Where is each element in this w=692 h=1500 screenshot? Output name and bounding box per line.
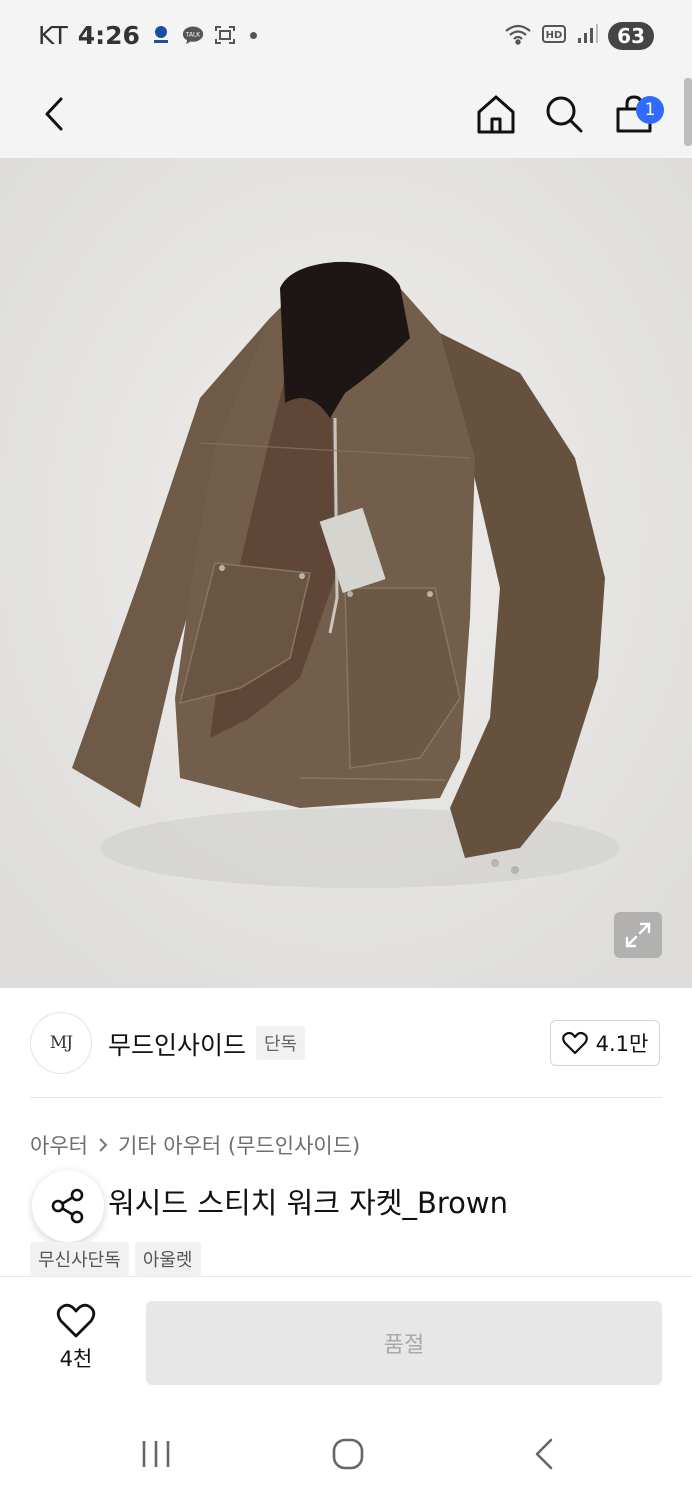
home-circle-icon	[332, 1438, 364, 1470]
home-button[interactable]	[466, 84, 526, 144]
top-nav: 1	[0, 70, 692, 158]
brand-logo[interactable]: MJ	[30, 1012, 92, 1074]
section-divider	[30, 1097, 662, 1098]
brand-like-button[interactable]: 4.1만	[550, 1020, 660, 1066]
status-left: KT 4:26 TALK	[38, 18, 257, 52]
brand-row: MJ 무드인사이드 단독 4.1만	[0, 988, 692, 1098]
cart-count-badge: 1	[636, 96, 664, 124]
talk-icon: TALK	[182, 24, 204, 46]
svg-text:HD: HD	[546, 30, 563, 41]
screenshot-icon	[214, 24, 236, 46]
product-title-text: 워시드 스티치 워크 자켓_Brown	[108, 1186, 508, 1220]
search-button[interactable]	[534, 84, 594, 144]
share-icon	[51, 1188, 84, 1224]
breadcrumb-subcategory[interactable]: 기타 아우터 (무드인사이드)	[118, 1130, 360, 1160]
recents-button[interactable]	[126, 1430, 186, 1478]
clock: 4:26	[77, 20, 140, 50]
brand-name[interactable]: 무드인사이드	[108, 1026, 246, 1062]
heart-icon	[56, 1303, 96, 1338]
svg-text:TALK: TALK	[185, 33, 200, 39]
share-button[interactable]	[32, 1170, 104, 1242]
brand-like-count: 4.1만	[595, 1032, 649, 1056]
breadcrumb: 아우터 기타 아우터 (무드인사이드)	[30, 1130, 360, 1160]
system-back-button[interactable]	[514, 1430, 574, 1478]
product-tags: 무신사단독 아울렛	[30, 1242, 201, 1276]
expand-icon	[625, 922, 651, 948]
wifi-icon	[504, 23, 532, 49]
tag-musinsa-exclusive: 무신사단독	[30, 1242, 129, 1276]
chevron-right-icon	[99, 1138, 108, 1152]
expand-image-button[interactable]	[614, 912, 662, 958]
status-right: HD 63	[504, 20, 654, 52]
notification-dot	[249, 31, 257, 39]
back-button[interactable]	[24, 84, 84, 144]
search-icon	[546, 96, 583, 133]
home-icon	[477, 95, 515, 134]
status-bar: KT 4:26 TALK HD 63	[0, 0, 692, 70]
exclusive-badge: 단독	[256, 1026, 306, 1060]
battery-indicator: 63	[608, 22, 654, 50]
signal-icon	[576, 23, 599, 49]
won-app-icon	[150, 24, 172, 46]
cart-button[interactable]: 1	[604, 84, 664, 144]
wishlist-count: 4천	[59, 1347, 93, 1371]
heart-icon	[561, 1031, 588, 1055]
back-icon	[45, 97, 63, 131]
carrier-label: KT	[38, 20, 68, 50]
tag-outlet: 아울렛	[134, 1242, 201, 1276]
sold-out-button[interactable]: 품절	[146, 1301, 662, 1385]
scrollbar-thumb[interactable]	[684, 78, 692, 146]
product-image[interactable]	[0, 158, 692, 988]
nav-back-icon	[535, 1438, 553, 1470]
breadcrumb-category[interactable]: 아우터	[30, 1130, 88, 1160]
system-nav	[0, 1406, 692, 1500]
recents-icon	[142, 1441, 170, 1467]
home-system-button[interactable]	[318, 1430, 378, 1478]
jacket-illustration	[0, 158, 692, 988]
hd-icon: HD	[542, 24, 567, 48]
wishlist-button[interactable]: 4천	[40, 1303, 112, 1373]
action-bar: 4천 품절	[0, 1276, 692, 1406]
